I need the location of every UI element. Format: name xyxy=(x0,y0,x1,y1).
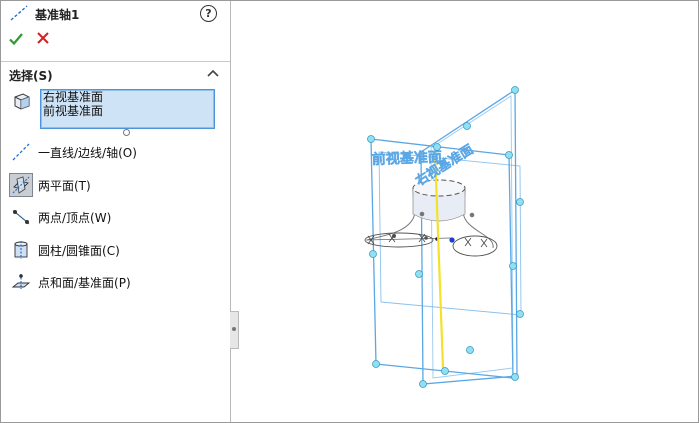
selection-list[interactable]: 右视基准面 前视基准面 xyxy=(40,89,215,129)
option-label: 两平面(T) xyxy=(38,178,91,193)
selection-list-item[interactable]: 前视基准面 xyxy=(41,104,214,118)
checkmark-icon xyxy=(9,33,23,46)
two-planes-icon xyxy=(9,173,33,197)
window-frame: 基准轴1 ? 选择(S) 右视基准面 前视基准面 一直线/边线/轴(O) 两平面… xyxy=(0,0,699,423)
cancel-button[interactable] xyxy=(36,31,50,48)
two-points-icon xyxy=(9,205,33,229)
cylinder-cone-icon xyxy=(9,238,33,262)
selection-box-icon xyxy=(12,91,32,114)
selection-list-item[interactable]: 右视基准面 xyxy=(41,90,214,104)
chevron-up-icon xyxy=(207,69,219,77)
property-manager-panel: 基准轴1 ? 选择(S) 右视基准面 前视基准面 一直线/边线/轴(O) 两平面… xyxy=(1,1,231,422)
option-cylinder-cone[interactable]: 圆柱/圆锥面(C) xyxy=(9,238,120,262)
front-plane[interactable] xyxy=(370,138,522,379)
option-two-points[interactable]: 两点/顶点(W) xyxy=(9,205,111,229)
option-label: 圆柱/圆锥面(C) xyxy=(38,243,120,258)
point-plane-icon xyxy=(9,270,33,294)
right-plane[interactable] xyxy=(420,88,518,385)
line-edge-axis-icon xyxy=(9,140,33,164)
option-point-plane[interactable]: 点和面/基准面(P) xyxy=(9,270,131,294)
divider xyxy=(1,61,230,62)
ok-button[interactable] xyxy=(8,31,24,50)
option-line-edge-axis[interactable]: 一直线/边线/轴(O) xyxy=(9,140,137,164)
collapse-section-button[interactable] xyxy=(207,67,219,81)
help-icon[interactable]: ? xyxy=(200,5,217,22)
list-resize-handle[interactable] xyxy=(123,129,130,136)
close-icon xyxy=(37,32,49,44)
option-label: 一直线/边线/轴(O) xyxy=(38,145,137,160)
part-geometry[interactable] xyxy=(364,179,498,257)
option-two-planes[interactable]: 两平面(T) xyxy=(9,173,91,197)
section-title-selection: 选择(S) xyxy=(9,69,53,83)
option-label: 点和面/基准面(P) xyxy=(38,275,131,290)
option-label: 两点/顶点(W) xyxy=(38,210,112,225)
panel-title: 基准轴1 xyxy=(35,7,80,22)
panel-title-row: 基准轴1 xyxy=(9,4,80,24)
reference-axis-icon xyxy=(9,4,29,24)
graphics-viewport[interactable]: 前视基准面 右视基准面 xyxy=(238,2,698,422)
